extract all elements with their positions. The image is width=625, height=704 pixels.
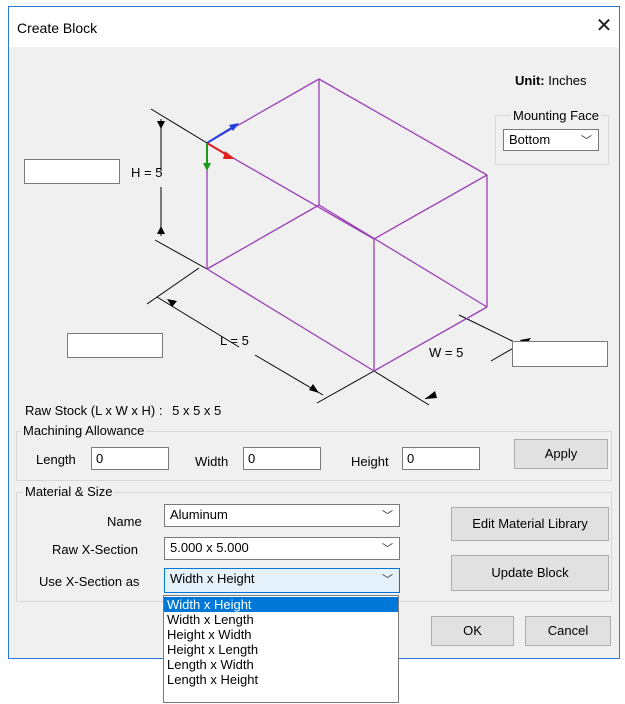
axis-x: [206, 142, 228, 156]
dropdown-option-width-x-length[interactable]: Width x Length: [164, 612, 398, 627]
dropdown-option-length-x-width[interactable]: Length x Width: [164, 657, 398, 672]
h-ext-top: [150, 108, 208, 144]
close-icon[interactable]: ✕: [592, 15, 616, 39]
raw-stock-label: Raw Stock (L x W x H) :: [25, 403, 163, 418]
block-edges: [206, 78, 488, 372]
chevron-down-icon: ﹀: [382, 510, 393, 522]
edit-material-library-button[interactable]: Edit Material Library: [451, 507, 609, 541]
l-dimension-label: L = 5: [220, 333, 249, 348]
allowance-length-label: Length: [36, 452, 76, 467]
l-ext-right: [316, 370, 375, 404]
allowance-height-input[interactable]: [402, 447, 480, 470]
allowance-width-input[interactable]: [243, 447, 321, 470]
raw-xsection-label: Raw X-Section: [52, 542, 138, 557]
h-ext-bottom: [154, 239, 208, 270]
chevron-down-icon: ﹀: [382, 543, 393, 555]
l-ext-left: [146, 267, 200, 305]
material-size-title: Material & Size: [23, 484, 115, 499]
raw-stock-value: 5 x 5 x 5: [172, 403, 222, 418]
create-block-dialog: Create Block ✕ Unit: Inches Mounting Fac…: [8, 6, 620, 659]
raw-xsection-select[interactable]: 5.000 x 5.000 ﹀: [164, 537, 400, 560]
length-input[interactable]: [67, 333, 163, 358]
update-block-button[interactable]: Update Block: [451, 555, 609, 591]
ok-button[interactable]: OK: [431, 616, 514, 646]
raw-xsection-value: 5.000 x 5.000: [170, 540, 249, 555]
chevron-down-icon: ﹀: [382, 574, 393, 586]
dropdown-option-height-x-length[interactable]: Height x Length: [164, 642, 398, 657]
l-arrow-left: [167, 299, 177, 307]
material-name-label: Name: [107, 514, 142, 529]
w-dimension-label: W = 5: [429, 345, 464, 360]
use-xsection-label: Use X-Section as: [39, 574, 140, 589]
w-arrow-left: [425, 391, 437, 399]
axis-z: [206, 126, 234, 144]
l-arrow-right: [309, 384, 319, 393]
allowance-length-input[interactable]: [91, 447, 169, 470]
dialog-title: Create Block: [17, 20, 98, 36]
width-input[interactable]: [512, 341, 608, 367]
machining-allowance-title: Machining Allowance: [21, 423, 147, 438]
raw-stock-row: Raw Stock (L x W x H) : 5 x 5 x 5: [25, 403, 221, 418]
use-xsection-dropdown-list: Width x Height Width x Length Height x W…: [163, 595, 399, 703]
h-arrow-bottom: [157, 226, 165, 234]
use-xsection-select[interactable]: Width x Height ﹀: [164, 568, 400, 593]
use-xsection-value: Width x Height: [170, 571, 255, 586]
material-name-select[interactable]: Aluminum ﹀: [164, 504, 400, 527]
w-ext-left: [373, 370, 430, 406]
dropdown-option-length-x-height[interactable]: Length x Height: [164, 672, 398, 687]
material-name-value: Aluminum: [170, 507, 228, 522]
h-dimension-label: H = 5: [131, 165, 163, 180]
h-arrow-top: [157, 121, 165, 129]
allowance-width-label: Width: [195, 454, 229, 469]
apply-button[interactable]: Apply: [514, 439, 608, 469]
dropdown-option-height-x-width[interactable]: Height x Width: [164, 627, 398, 642]
axis-gizmo: [203, 123, 239, 171]
height-input[interactable]: [24, 159, 120, 184]
allowance-height-label: Height: [351, 454, 389, 469]
cancel-button[interactable]: Cancel: [525, 616, 611, 646]
dropdown-option-width-x-height[interactable]: Width x Height: [164, 597, 398, 612]
title-bar: Create Block ✕: [9, 7, 619, 47]
